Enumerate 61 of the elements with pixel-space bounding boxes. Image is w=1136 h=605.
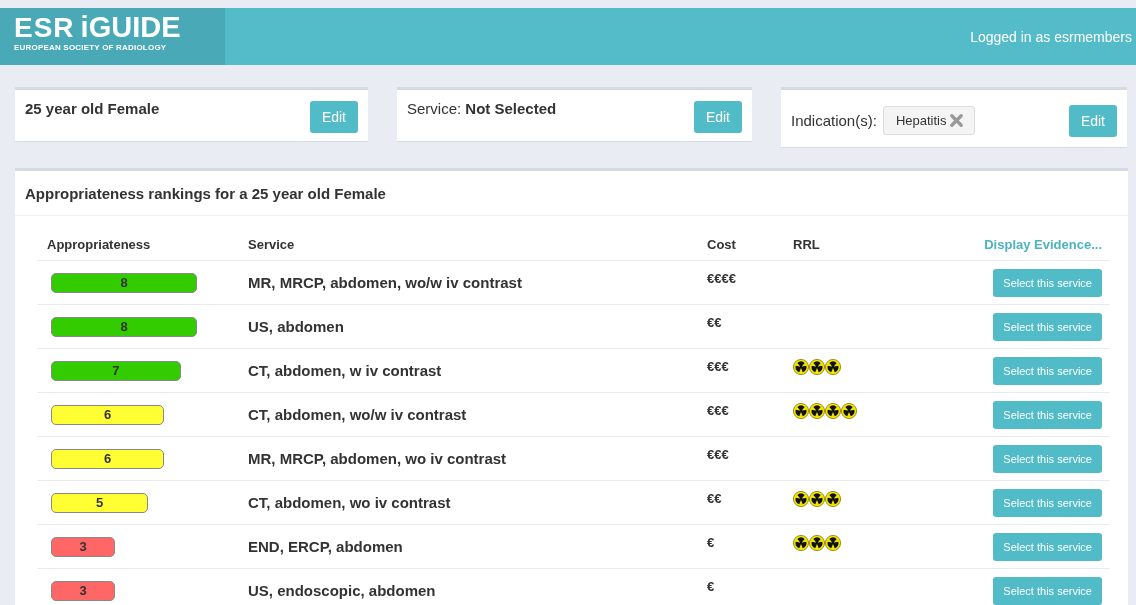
radiation-icon: [809, 359, 825, 375]
radiation-icon: [809, 535, 825, 551]
cost-rating: €: [707, 578, 716, 594]
select-service-button[interactable]: Select this service: [993, 356, 1102, 385]
logo[interactable]: ESR iGUIDE EUROPEAN SOCIETY OF RADIOLOGY: [0, 8, 225, 65]
cost-rating: €€€€: [707, 270, 737, 286]
service-name: CT, abdomen, wo/w iv contrast: [248, 406, 468, 423]
score-bar: 8: [51, 272, 198, 293]
service-name: END, ERCP, abdomen: [248, 538, 404, 555]
edit-button[interactable]: Edit: [1068, 104, 1117, 137]
select-service-button[interactable]: Select this service: [993, 532, 1102, 561]
service-name: US, endoscopic, abdomen: [248, 582, 437, 599]
display-evidence-link[interactable]: Display Evidence...: [984, 236, 1102, 252]
login-status: Logged in as esrmembers: [970, 28, 1133, 45]
service-name: US, abdomen: [248, 318, 345, 335]
radiation-icon: [809, 491, 825, 507]
panel-title: Appropriateness rankings for a 25 year old Female: [15, 171, 1128, 216]
indication-label: Indication(s):: [791, 111, 877, 129]
tag-label: Hepatitis: [895, 112, 947, 128]
column-header: Service: [248, 236, 296, 252]
radiation-icon: [793, 359, 809, 375]
column-header: Appropriateness: [46, 236, 152, 252]
radiation-icon: [825, 403, 841, 419]
column-header: Cost: [707, 236, 737, 252]
edit-button[interactable]: Edit: [693, 101, 742, 133]
service-name: MR, MRCP, abdomen, wo iv contrast: [248, 450, 508, 467]
service-summary: Service: Not Selected: [407, 100, 557, 117]
select-service-button[interactable]: Select this service: [993, 488, 1102, 517]
select-service-button[interactable]: Select this service: [993, 444, 1102, 473]
service-name: CT, abdomen, wo iv contrast: [248, 494, 452, 511]
select-service-button[interactable]: Select this service: [993, 268, 1102, 297]
cost-rating: €€€: [707, 358, 730, 374]
radiation-icon: [825, 491, 841, 507]
service-name: CT, abdomen, w iv contrast: [248, 362, 443, 379]
score-bar: 3: [51, 580, 116, 601]
select-service-button[interactable]: Select this service: [993, 576, 1102, 605]
select-service-button[interactable]: Select this service: [993, 312, 1102, 341]
score-bar: 6: [51, 448, 165, 469]
cost-rating: €€: [707, 490, 723, 506]
cost-rating: €€€: [707, 446, 730, 462]
radiation-icon: [809, 403, 825, 419]
radiation-icon: [841, 403, 857, 419]
score-bar: 6: [51, 404, 165, 425]
radiation-icon: [825, 535, 841, 551]
radiation-icon: [825, 359, 841, 375]
score-bar: 7: [51, 360, 181, 381]
score-bar: 8: [51, 316, 198, 337]
column-header: RRL: [793, 236, 821, 252]
radiation-icon: [793, 491, 809, 507]
service-name: MR, MRCP, abdomen, wo/w iv contrast: [248, 274, 523, 291]
cost-rating: €: [707, 534, 716, 550]
cost-rating: €€€: [707, 402, 730, 418]
patient-summary: 25 year old Female: [25, 100, 160, 117]
remove-icon[interactable]: [949, 112, 965, 128]
score-bar: 3: [51, 536, 116, 557]
score-bar: 5: [51, 492, 148, 513]
cost-rating: €€: [707, 314, 723, 330]
radiation-icon: [793, 403, 809, 419]
radiation-icon: [793, 535, 809, 551]
select-service-button[interactable]: Select this service: [993, 400, 1102, 429]
edit-button[interactable]: Edit: [309, 101, 358, 133]
